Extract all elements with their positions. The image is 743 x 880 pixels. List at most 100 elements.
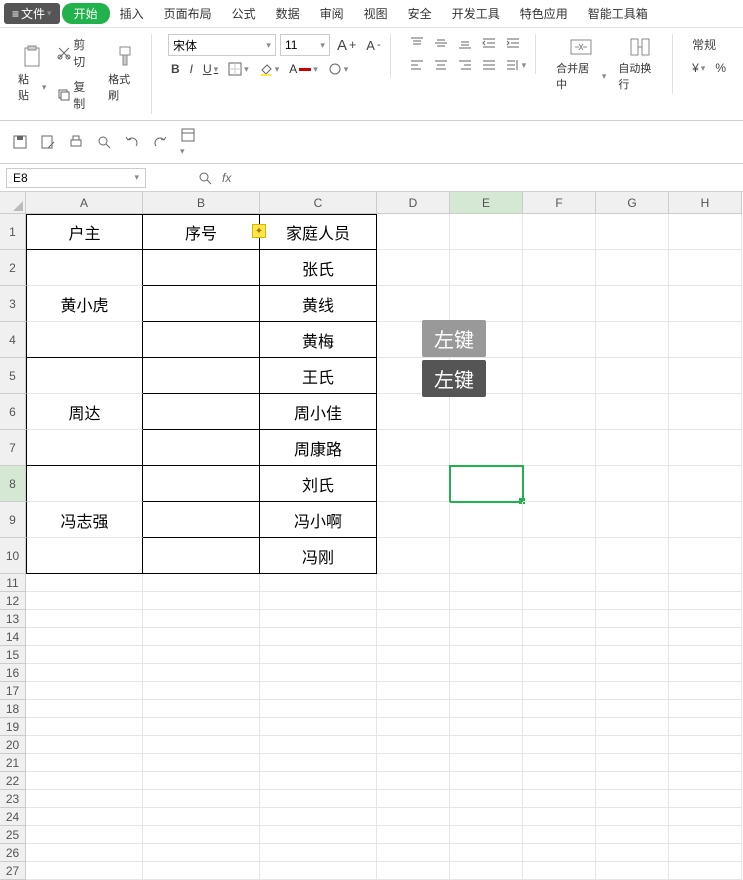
cell-B3[interactable] — [143, 286, 260, 322]
cell-E3[interactable] — [450, 286, 523, 322]
row-header-7[interactable]: 7 — [0, 430, 26, 466]
cell-G19[interactable] — [596, 718, 669, 736]
row-header-9[interactable]: 9 — [0, 502, 26, 538]
cell-D17[interactable] — [377, 682, 450, 700]
preview-button[interactable] — [96, 134, 112, 150]
cell-F27[interactable] — [523, 862, 596, 880]
cell-H18[interactable] — [669, 700, 742, 718]
indent-left-button[interactable] — [479, 34, 499, 52]
cell-C1[interactable]: 家庭人员 — [260, 214, 377, 250]
cell-C2[interactable]: 张氏 — [260, 250, 377, 286]
cell-A1[interactable]: 户主 — [26, 214, 143, 250]
row-header-11[interactable]: 11 — [0, 574, 26, 592]
cell-G4[interactable] — [596, 322, 669, 358]
tab-8[interactable]: 开发工具 — [442, 3, 510, 24]
cell-F2[interactable] — [523, 250, 596, 286]
cell-E12[interactable] — [450, 592, 523, 610]
cell-E2[interactable] — [450, 250, 523, 286]
cell-C6[interactable]: 周小佳 — [260, 394, 377, 430]
tab-3[interactable]: 公式 — [222, 3, 266, 24]
cell-E17[interactable] — [450, 682, 523, 700]
cell-C26[interactable] — [260, 844, 377, 862]
cell-C27[interactable] — [260, 862, 377, 880]
col-header-A[interactable]: A — [26, 192, 143, 214]
cell-A7[interactable] — [26, 430, 143, 466]
cell-E8[interactable] — [450, 466, 523, 502]
cell-G6[interactable] — [596, 394, 669, 430]
cell-B20[interactable] — [143, 736, 260, 754]
cell-D21[interactable] — [377, 754, 450, 772]
cell-C10[interactable]: 冯刚 — [260, 538, 377, 574]
cell-D8[interactable] — [377, 466, 450, 502]
cell-A11[interactable] — [26, 574, 143, 592]
cell-F5[interactable] — [523, 358, 596, 394]
cell-A15[interactable] — [26, 646, 143, 664]
cell-G26[interactable] — [596, 844, 669, 862]
cell-F10[interactable] — [523, 538, 596, 574]
cell-G16[interactable] — [596, 664, 669, 682]
cell-G12[interactable] — [596, 592, 669, 610]
cell-G3[interactable] — [596, 286, 669, 322]
cell-C9[interactable]: 冯小啊 — [260, 502, 377, 538]
cell-E24[interactable] — [450, 808, 523, 826]
cell-B2[interactable] — [143, 250, 260, 286]
cell-E13[interactable] — [450, 610, 523, 628]
cell-B14[interactable] — [143, 628, 260, 646]
cell-D25[interactable] — [377, 826, 450, 844]
cell-A6[interactable]: 周达 — [26, 394, 143, 430]
row-header-25[interactable]: 25 — [0, 826, 26, 844]
row-header-22[interactable]: 22 — [0, 772, 26, 790]
cell-E16[interactable] — [450, 664, 523, 682]
cell-G8[interactable] — [596, 466, 669, 502]
export-button[interactable] — [40, 134, 56, 150]
name-box[interactable]: E8 ▾ — [6, 168, 146, 188]
col-header-F[interactable]: F — [523, 192, 596, 214]
row-header-27[interactable]: 27 — [0, 862, 26, 880]
cell-E14[interactable] — [450, 628, 523, 646]
cell-E9[interactable] — [450, 502, 523, 538]
cell-A10[interactable] — [26, 538, 143, 574]
cell-C25[interactable] — [260, 826, 377, 844]
cell-C16[interactable] — [260, 664, 377, 682]
cell-A23[interactable] — [26, 790, 143, 808]
undo-button[interactable] — [124, 134, 140, 150]
cell-B8[interactable] — [143, 466, 260, 502]
cell-D19[interactable] — [377, 718, 450, 736]
row-header-10[interactable]: 10 — [0, 538, 26, 574]
cell-H22[interactable] — [669, 772, 742, 790]
cell-C3[interactable]: 黄线 — [260, 286, 377, 322]
currency-button[interactable]: ¥▾ — [689, 59, 708, 77]
cell-E15[interactable] — [450, 646, 523, 664]
cell-G2[interactable] — [596, 250, 669, 286]
cell-D9[interactable] — [377, 502, 450, 538]
cell-E7[interactable] — [450, 430, 523, 466]
justify-button[interactable] — [479, 56, 499, 74]
cell-A26[interactable] — [26, 844, 143, 862]
cell-A3[interactable]: 黄小虎 — [26, 286, 143, 322]
cell-G23[interactable] — [596, 790, 669, 808]
cell-E27[interactable] — [450, 862, 523, 880]
cell-H7[interactable] — [669, 430, 742, 466]
cell-H14[interactable] — [669, 628, 742, 646]
cell-E1[interactable] — [450, 214, 523, 250]
cell-E19[interactable] — [450, 718, 523, 736]
border-button[interactable]: ▾ — [225, 60, 252, 78]
cell-H19[interactable] — [669, 718, 742, 736]
cell-F18[interactable] — [523, 700, 596, 718]
cell-B24[interactable] — [143, 808, 260, 826]
cell-A27[interactable] — [26, 862, 143, 880]
cell-E22[interactable] — [450, 772, 523, 790]
cell-C23[interactable] — [260, 790, 377, 808]
cell-H24[interactable] — [669, 808, 742, 826]
cell-F16[interactable] — [523, 664, 596, 682]
cell-B26[interactable] — [143, 844, 260, 862]
cell-F6[interactable] — [523, 394, 596, 430]
cell-C8[interactable]: 刘氏 — [260, 466, 377, 502]
cell-A21[interactable] — [26, 754, 143, 772]
cell-F12[interactable] — [523, 592, 596, 610]
cell-D24[interactable] — [377, 808, 450, 826]
cell-F11[interactable] — [523, 574, 596, 592]
cell-C4[interactable]: 黄梅 — [260, 322, 377, 358]
copy-button[interactable]: 复制 — [54, 76, 100, 114]
cell-B6[interactable] — [143, 394, 260, 430]
